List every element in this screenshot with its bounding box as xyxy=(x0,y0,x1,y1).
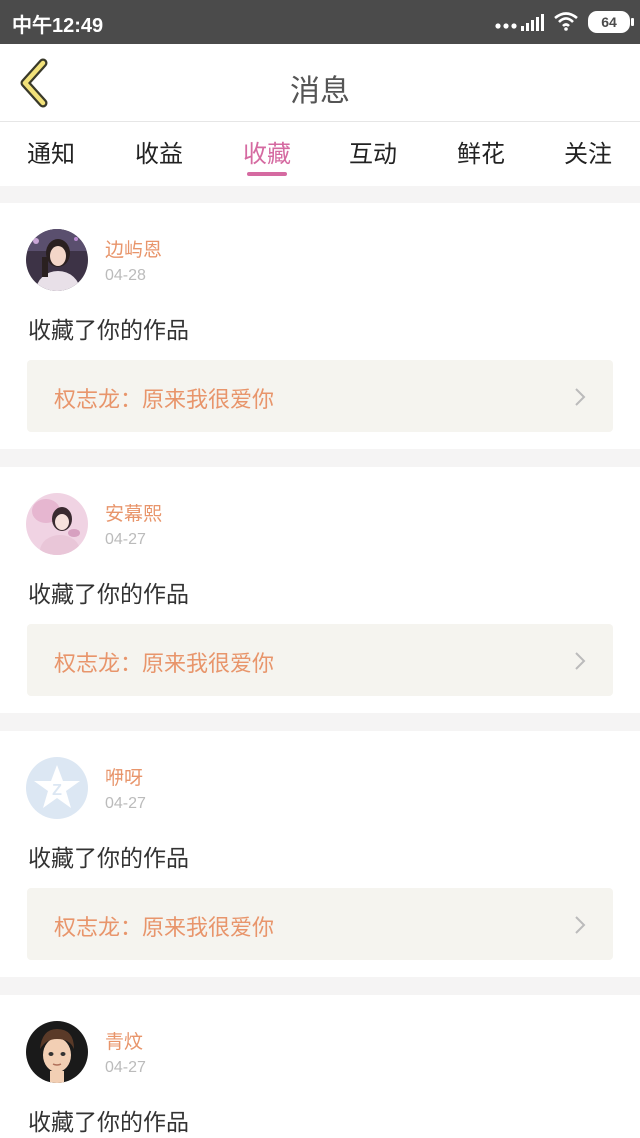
message-date: 04-28 xyxy=(105,267,146,284)
work-link[interactable]: 权志龙：原来我很爱你 xyxy=(27,360,613,432)
photo-girl-icon xyxy=(26,229,88,291)
signal-icon xyxy=(521,14,544,31)
tab-label: 关注 xyxy=(564,140,612,168)
tab-notifications[interactable]: 通知 xyxy=(11,134,91,169)
message-action: 收藏了你的作品 xyxy=(28,846,189,872)
chevron-right-icon xyxy=(575,916,586,934)
message-date: 04-27 xyxy=(105,531,146,548)
tab-interactions[interactable]: 互动 xyxy=(333,134,413,169)
message-card: 安幕熙 04-27 收藏了你的作品 权志龙：原来我很爱你 xyxy=(0,467,640,713)
chevron-right-icon xyxy=(575,388,586,406)
message-card: 边屿恩 04-28 收藏了你的作品 权志龙：原来我很爱你 xyxy=(0,203,640,449)
tab-follows[interactable]: 关注 xyxy=(548,134,628,169)
tab-label: 鲜花 xyxy=(457,140,505,168)
active-tab-indicator xyxy=(247,172,287,176)
work-title: 权志龙：原来我很爱你 xyxy=(54,652,275,677)
message-date: 04-27 xyxy=(105,1059,146,1076)
status-time: 中午12:49 xyxy=(12,15,104,37)
user-name[interactable]: 青炆 xyxy=(105,1027,143,1054)
message-action: 收藏了你的作品 xyxy=(28,318,189,344)
avatar[interactable] xyxy=(26,493,88,555)
tab-label: 收藏 xyxy=(243,140,291,168)
work-link[interactable]: 权志龙：原来我很爱你 xyxy=(27,624,613,696)
message-action: 收藏了你的作品 xyxy=(28,582,189,608)
default-star-avatar-icon: Z xyxy=(26,757,88,819)
work-title: 权志龙：原来我很爱你 xyxy=(54,388,275,413)
chevron-right-icon xyxy=(575,652,586,670)
message-card: 青炆 04-27 收藏了你的作品 xyxy=(0,995,640,1138)
status-bar: 中午12:49 64 xyxy=(0,0,640,44)
tab-bar: 通知 收益 收藏 互动 鲜花 关注 xyxy=(0,122,640,186)
avatar[interactable] xyxy=(26,229,88,291)
user-name[interactable]: 边屿恩 xyxy=(105,235,162,262)
avatar[interactable]: Z xyxy=(26,757,88,819)
tab-label: 通知 xyxy=(27,140,75,168)
tab-label: 收益 xyxy=(135,140,183,168)
cartoon-boy-avatar-icon xyxy=(26,1021,88,1083)
user-name[interactable]: 安幕熙 xyxy=(105,499,162,526)
tab-label: 互动 xyxy=(349,140,397,168)
photo-pink-girl-icon xyxy=(26,493,88,555)
message-card: Z 咿呀 04-27 收藏了你的作品 权志龙：原来我很爱你 xyxy=(0,731,640,977)
tab-earnings[interactable]: 收益 xyxy=(119,134,199,169)
svg-text:Z: Z xyxy=(52,782,62,799)
user-name[interactable]: 咿呀 xyxy=(105,763,143,790)
message-date: 04-27 xyxy=(105,795,146,812)
nav-bar: 消息 xyxy=(0,44,640,122)
battery-icon: 64 xyxy=(588,11,634,33)
wifi-icon xyxy=(554,12,578,31)
work-title: 权志龙：原来我很爱你 xyxy=(54,916,275,941)
more-dots-icon xyxy=(495,23,517,29)
work-link[interactable]: 权志龙：原来我很爱你 xyxy=(27,888,613,960)
page-title: 消息 xyxy=(290,74,350,109)
tab-favorites[interactable]: 收藏 xyxy=(227,134,307,176)
avatar[interactable] xyxy=(26,1021,88,1083)
tab-flowers[interactable]: 鲜花 xyxy=(441,134,521,169)
message-action: 收藏了你的作品 xyxy=(28,1110,189,1136)
